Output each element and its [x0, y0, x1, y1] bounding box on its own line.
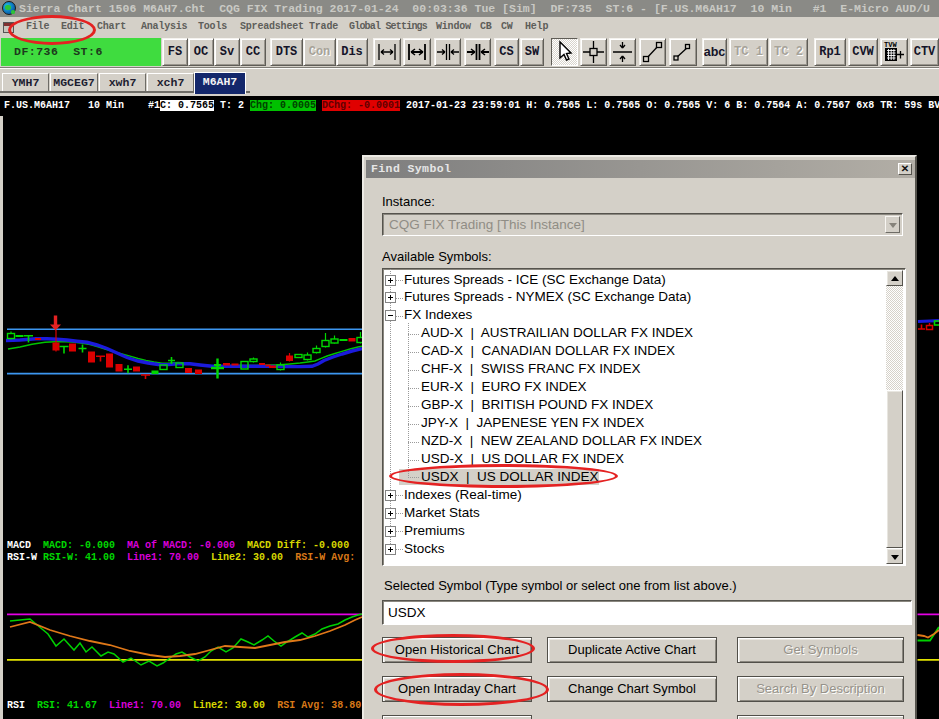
svg-text:TVW: TVW [884, 41, 897, 49]
